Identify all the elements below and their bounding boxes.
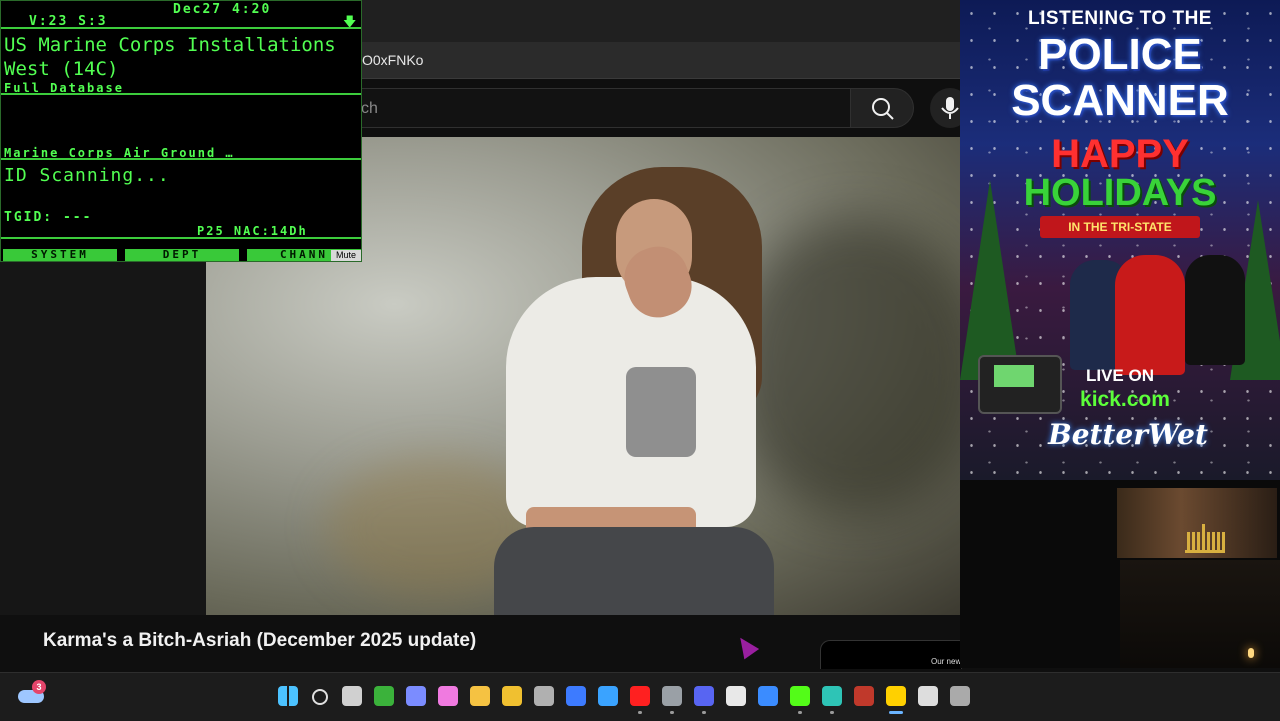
candle-icon <box>1248 648 1254 658</box>
notepad-icon[interactable] <box>726 686 746 706</box>
person-pants <box>494 527 774 615</box>
scanner-tgid: TGID: --- <box>4 210 93 225</box>
task-view-icon[interactable] <box>342 686 362 706</box>
search-placeholder: ch <box>361 100 378 117</box>
poster-kick-site: kick.com <box>1080 388 1170 411</box>
youtube-icon[interactable] <box>630 686 650 706</box>
xbox-icon[interactable] <box>374 686 394 706</box>
discord-icon[interactable] <box>694 686 714 706</box>
softkey-system[interactable]: SYSTEM <box>3 249 117 261</box>
poster-tagline: LISTENING TO THE <box>1028 8 1212 29</box>
poster-police: POLICE <box>1038 30 1202 79</box>
poster-tristate-banner: IN THE TRI-STATE <box>1040 216 1200 238</box>
file-explorer-icon[interactable] <box>470 686 490 706</box>
scanner-id-status: ID Scanning... <box>4 165 170 186</box>
video-side-area <box>0 262 206 615</box>
scanner-divider <box>1 93 361 95</box>
copilot-icon[interactable] <box>438 686 458 706</box>
recommendation-card[interactable]: Our new <box>820 640 962 669</box>
person-grey-top <box>626 367 696 457</box>
mute-button[interactable]: Mute <box>331 250 361 261</box>
poster-brand-logo: BetterWet <box>1048 418 1208 451</box>
scanner-datetime: Dec27 4:20 <box>173 2 272 17</box>
obs-icon[interactable] <box>918 686 938 706</box>
kick-icon[interactable] <box>790 686 810 706</box>
poster-holidays: HOLIDAYS <box>1023 172 1217 214</box>
running-indicator <box>638 711 642 714</box>
mail-icon[interactable] <box>598 686 618 706</box>
running-indicator <box>798 711 802 714</box>
poster-live-on: LIVE ON <box>1085 366 1154 385</box>
chrome-icon[interactable] <box>950 686 970 706</box>
stream-poster: LISTENING TO THE POLICE SCANNER HAPPY HO… <box>960 0 1280 480</box>
poster-santa <box>1115 255 1185 375</box>
softkey-dept[interactable]: DEPT <box>125 249 239 261</box>
address-url[interactable]: O0xFNKo <box>362 52 423 68</box>
scanner-nac: P25 NAC:14Dh <box>197 224 308 238</box>
running-indicator <box>889 711 903 714</box>
scanner-display: Dec27 4:20 V:23 S:3 🡇 US Marine Corps In… <box>0 0 362 262</box>
notification-badge: 3 <box>32 680 46 694</box>
scanner-divider <box>1 158 361 160</box>
dark-room-feed <box>1120 560 1280 668</box>
scanner-divider <box>1 237 361 239</box>
recommendation-snippet: Our new <box>931 657 962 666</box>
settings-gear-icon[interactable] <box>662 686 682 706</box>
poster-robber <box>1185 255 1245 365</box>
voicemeeter-icon[interactable] <box>854 686 874 706</box>
arrow-down-icon: 🡇 <box>343 15 357 30</box>
prism-icon[interactable] <box>406 686 426 706</box>
scanner-radio-icon <box>978 355 1062 414</box>
running-indicator <box>830 711 834 714</box>
messenger-icon[interactable] <box>758 686 778 706</box>
search-icon <box>872 98 894 120</box>
youtube-search-input[interactable]: ch <box>340 88 850 128</box>
scanner-softkeys: SYSTEM DEPT CHANN <box>3 249 361 261</box>
cube-app-icon[interactable] <box>534 686 554 706</box>
running-indicator <box>702 711 706 714</box>
video-title[interactable]: Karma's a Bitch-Asriah (December 2025 up… <box>43 630 476 652</box>
scanner-system-name: US Marine Corps Installations West (14C) <box>4 34 336 80</box>
scanner-app-icon[interactable] <box>886 686 906 706</box>
running-indicator <box>670 711 674 714</box>
store-icon[interactable] <box>502 686 522 706</box>
scanner-divider <box>1 27 361 29</box>
search-icon[interactable] <box>312 689 328 705</box>
windows-start-icon[interactable] <box>278 686 298 706</box>
youtube-search-button[interactable] <box>850 88 914 128</box>
menorah-icon <box>1185 512 1225 553</box>
edge-browser-icon[interactable] <box>822 686 842 706</box>
poster-scanner: SCANNER <box>1011 76 1229 125</box>
editor-app-icon[interactable] <box>566 686 586 706</box>
poster-happy: HAPPY <box>1051 132 1189 176</box>
